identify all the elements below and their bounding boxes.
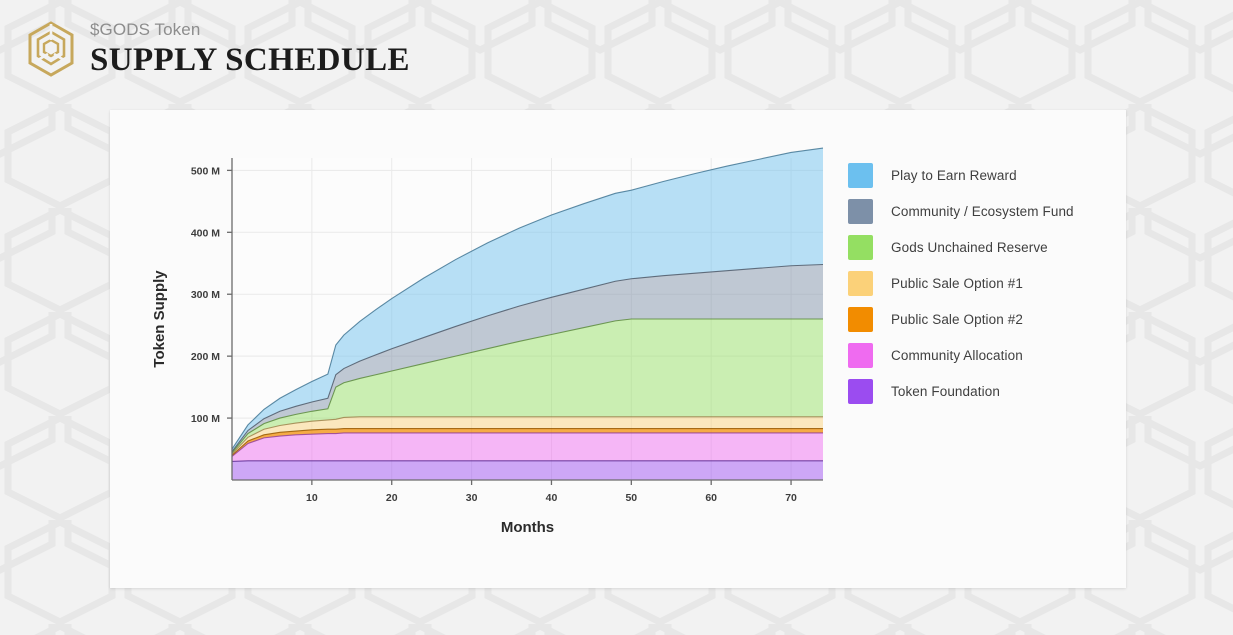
area-band	[232, 460, 823, 480]
legend-item-label: Play to Earn Reward	[891, 167, 1017, 183]
legend-item[interactable]: Public Sale Option #2	[848, 301, 1123, 337]
header-eyebrow: $GODS Token	[90, 20, 201, 39]
legend-item-label: Community / Ecosystem Fund	[891, 203, 1074, 219]
hexagon-token-logo-icon	[24, 20, 78, 78]
y-tick-label: 200 M	[191, 351, 220, 363]
supply-schedule-area-chart: 100 M 200 M 300 M 400 M 500 M 10 20 30 40 50 60 70 M…	[110, 110, 850, 588]
legend-color-swatch	[848, 234, 873, 260]
area-outline	[231, 460, 823, 462]
page-title: SUPPLY SCHEDULE	[90, 42, 410, 78]
legend-color-swatch	[848, 342, 873, 368]
legend-item[interactable]: Gods Unchained Reserve	[848, 229, 1123, 265]
legend-item[interactable]: Community / Ecosystem Fund	[848, 193, 1123, 229]
legend-item[interactable]: Community Allocation	[848, 337, 1123, 373]
x-tick-label: 20	[386, 492, 398, 504]
legend-color-swatch	[848, 198, 873, 224]
y-axis-title: Token Supply	[151, 270, 168, 368]
legend-item-label: Token Foundation	[891, 383, 1000, 399]
chart-legend: Play to Earn Reward Community / Ecosystem…	[848, 157, 1123, 409]
legend-item-label: Public Sale Option #1	[891, 275, 1023, 291]
legend-color-swatch	[848, 306, 873, 332]
y-tick-label: 500 M	[191, 165, 220, 177]
legend-item[interactable]: Play to Earn Reward	[848, 157, 1123, 193]
area-band	[232, 432, 823, 462]
legend-color-swatch	[848, 378, 873, 404]
x-tick-label: 70	[785, 492, 797, 504]
y-tick-label: 400 M	[191, 227, 220, 239]
x-tick-label: 40	[546, 492, 558, 504]
x-axis-title: Months	[501, 519, 554, 536]
y-tick-label: 300 M	[191, 289, 220, 301]
legend-item-label: Public Sale Option #2	[891, 311, 1023, 327]
x-tick-label: 10	[306, 492, 318, 504]
legend-item-label: Gods Unchained Reserve	[891, 239, 1048, 255]
legend-color-swatch	[848, 162, 873, 188]
page-header: $GODS Token SUPPLY SCHEDULE	[24, 20, 410, 78]
legend-color-swatch	[848, 270, 873, 296]
x-tick-label: 60	[705, 492, 717, 504]
x-tick-label: 50	[625, 492, 637, 504]
y-tick-label: 100 M	[191, 413, 220, 425]
svg-text:Token Supply: Token Supply	[151, 270, 168, 368]
x-tick-label: 30	[466, 492, 478, 504]
chart-card: 100 M 200 M 300 M 400 M 500 M 10 20 30 40 50 60 70 M…	[110, 110, 1126, 588]
legend-item[interactable]: Token Foundation	[848, 373, 1123, 409]
legend-item[interactable]: Public Sale Option #1	[848, 265, 1123, 301]
legend-item-label: Community Allocation	[891, 347, 1023, 363]
